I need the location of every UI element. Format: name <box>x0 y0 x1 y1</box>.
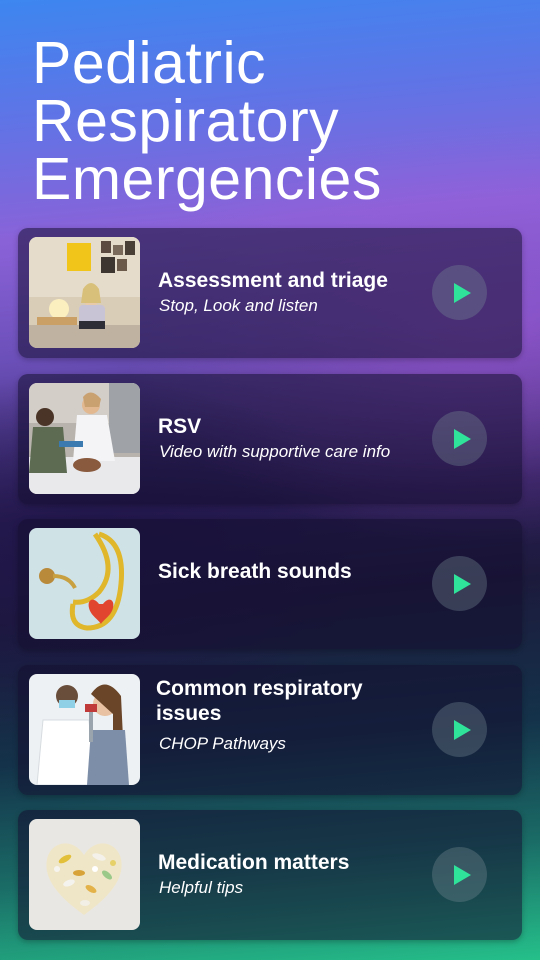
stethoscope-heart-image <box>29 528 140 639</box>
card-sick-breath-sounds[interactable]: Sick breath sounds <box>18 519 522 649</box>
pills-heart-image <box>29 819 140 930</box>
play-button[interactable] <box>432 411 487 466</box>
card-subtitle: Video with supportive care info <box>159 442 391 461</box>
page-title: Pediatric Respiratory Emergencies <box>32 30 512 212</box>
stethoscope-heart-thumbnail <box>29 528 140 639</box>
card-subtitle: Helpful tips <box>159 878 244 897</box>
teen-with-laptop-thumbnail <box>29 237 140 348</box>
card-common-respiratory-issues[interactable]: Common respiratory issues CHOP Pathways <box>18 665 522 795</box>
nurses-with-infant-image <box>29 383 140 494</box>
page-title-line-2: Respiratory <box>32 88 340 154</box>
play-icon <box>453 282 471 303</box>
play-icon <box>453 573 471 594</box>
play-button[interactable] <box>432 265 487 320</box>
card-subtitle: Stop, Look and listen <box>159 296 318 315</box>
page-title-line-1: Pediatric <box>32 30 267 96</box>
card-title: Medication matters <box>158 851 350 874</box>
card-title: Assessment and triage <box>158 269 388 292</box>
card-title: Sick breath sounds <box>158 560 352 583</box>
card-assessment-and-triage[interactable]: Assessment and triage Stop, Look and lis… <box>18 228 522 358</box>
card-medication-matters[interactable]: Medication matters Helpful tips <box>18 810 522 940</box>
card-title: Common respiratory issues <box>156 677 363 725</box>
doctor-child-inhaler-image <box>29 674 140 785</box>
card-rsv[interactable]: RSV Video with supportive care info <box>18 374 522 504</box>
page-title-line-3: Emergencies <box>32 146 382 212</box>
play-button[interactable] <box>432 702 487 757</box>
doctor-child-inhaler-thumbnail <box>29 674 140 785</box>
card-subtitle: CHOP Pathways <box>159 734 286 753</box>
pills-heart-thumbnail <box>29 819 140 930</box>
nurses-with-infant-thumbnail <box>29 383 140 494</box>
card-title: RSV <box>158 415 202 438</box>
teen-with-laptop-image <box>29 237 140 348</box>
play-button[interactable] <box>432 556 487 611</box>
play-icon <box>453 864 471 885</box>
play-icon <box>453 719 471 740</box>
play-icon <box>453 428 471 449</box>
play-button[interactable] <box>432 847 487 902</box>
